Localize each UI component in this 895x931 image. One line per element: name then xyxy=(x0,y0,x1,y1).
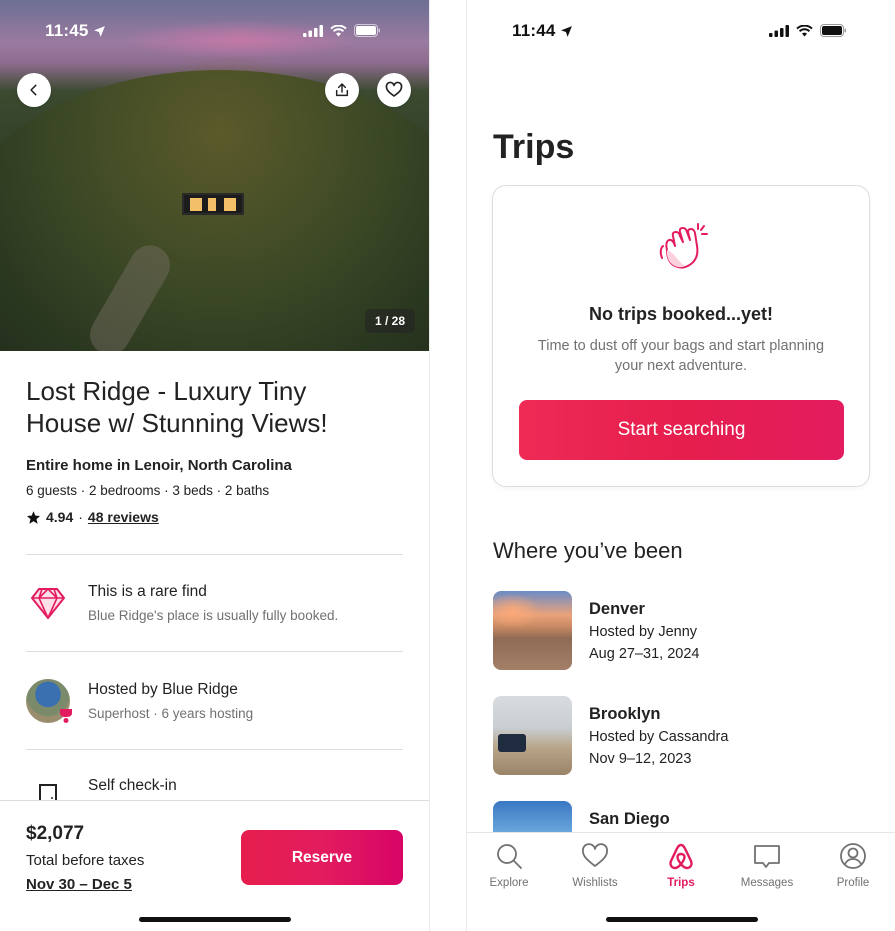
wifi-icon xyxy=(796,24,813,36)
airbnb-logo-icon xyxy=(669,843,693,870)
trip-dates: Nov 9–12, 2023 xyxy=(589,751,692,767)
waving-hand-icon xyxy=(659,223,708,269)
trip-city: Denver xyxy=(589,600,645,618)
no-trips-card: No trips booked...yet! Time to dust off … xyxy=(492,185,870,487)
feature-title: Self check-in xyxy=(88,777,177,794)
tab-explore[interactable]: Explore xyxy=(471,841,547,889)
trip-thumbnail xyxy=(493,591,572,670)
tab-wishlists[interactable]: Wishlists xyxy=(557,841,633,889)
tab-label: Explore xyxy=(489,877,529,889)
tab-label: Profile xyxy=(836,877,870,889)
cellular-signal-icon xyxy=(303,24,323,37)
home-indicator xyxy=(605,917,758,922)
host-avatar-wrap xyxy=(26,679,72,723)
booking-footer: $2,077 Total before taxes Nov 30 – Dec 5… xyxy=(0,800,429,931)
reserve-button[interactable]: Reserve xyxy=(241,830,403,885)
message-icon xyxy=(754,845,780,868)
save-to-wishlist-button[interactable] xyxy=(377,73,411,107)
tab-messages[interactable]: Messages xyxy=(729,841,805,889)
status-bar: 11:45 xyxy=(0,18,429,46)
listing-location: Entire home in Lenoir, North Carolina xyxy=(26,457,292,474)
tab-trips[interactable]: Trips xyxy=(643,841,719,889)
battery-icon xyxy=(820,24,846,37)
divider xyxy=(26,651,403,652)
trip-host: Hosted by Cassandra xyxy=(589,729,729,745)
diamond-icon xyxy=(26,581,70,625)
divider xyxy=(26,554,403,555)
tab-label: Trips xyxy=(667,877,695,889)
past-trip-item[interactable]: Denver Hosted by Jenny Aug 27–31, 2024 xyxy=(493,591,873,671)
price-label: Total before taxes xyxy=(26,852,145,869)
status-time: 11:44 xyxy=(512,21,573,41)
page-title: Trips xyxy=(493,128,575,166)
reviews-link[interactable]: 48 reviews xyxy=(88,509,159,525)
divider xyxy=(26,749,403,750)
profile-icon xyxy=(840,843,866,869)
feature-description: Blue Ridge's place is usually fully book… xyxy=(88,608,339,623)
feature-host[interactable]: Hosted by Blue Ridge Superhost · 6 years… xyxy=(26,679,403,729)
photo-house xyxy=(182,193,244,215)
empty-state-description: Time to dust off your bags and start pla… xyxy=(537,338,825,374)
back-button[interactable] xyxy=(17,73,51,107)
tab-profile[interactable]: Profile xyxy=(815,841,891,889)
tab-label: Wishlists xyxy=(572,877,618,889)
search-icon xyxy=(497,844,522,869)
dates-link[interactable]: Nov 30 – Dec 5 xyxy=(26,876,132,893)
past-trip-item[interactable]: Brooklyn Hosted by Cassandra Nov 9–12, 2… xyxy=(493,696,873,776)
start-searching-button[interactable]: Start searching xyxy=(519,400,844,460)
photo-counter: 1 / 28 xyxy=(364,309,415,333)
battery-icon xyxy=(354,24,380,37)
trip-dates: Aug 27–31, 2024 xyxy=(589,646,700,662)
share-icon xyxy=(335,83,349,97)
rating-separator: · xyxy=(78,509,83,525)
cellular-signal-icon xyxy=(769,24,789,37)
tab-label: Messages xyxy=(740,877,794,889)
status-bar: 11:44 xyxy=(467,18,895,46)
feature-rare-find: This is a rare find Blue Ridge's place i… xyxy=(26,581,403,631)
listing-capacity: 6 guests · 2 bedrooms · 3 beds · 2 baths xyxy=(26,483,270,498)
trips-screen: 11:44 Trips No trips booked...yet! Time … xyxy=(466,0,895,931)
host-name: Hosted by Blue Ridge xyxy=(88,681,238,698)
listing-detail-screen: 11:45 1 / 28 Lost Ridge - Luxury Tiny Ho… xyxy=(0,0,430,931)
trip-thumbnail xyxy=(493,696,572,775)
host-avatar[interactable] xyxy=(26,679,72,723)
listing-photo-gallery[interactable] xyxy=(0,0,429,351)
status-time: 11:45 xyxy=(45,21,106,41)
status-icons xyxy=(303,24,381,37)
where-youve-been-heading: Where you’ve been xyxy=(493,538,683,563)
trip-city: Brooklyn xyxy=(589,705,661,723)
bottom-tab-bar: Explore Wishlists Trips Messages Profile xyxy=(467,832,895,931)
location-arrow-icon xyxy=(93,25,105,37)
heart-icon xyxy=(582,843,608,867)
star-icon xyxy=(26,510,41,524)
status-icons xyxy=(769,24,847,37)
listing-rating: 4.94 · 48 reviews xyxy=(26,509,159,525)
share-button[interactable] xyxy=(325,73,359,107)
rating-value: 4.94 xyxy=(46,509,74,525)
location-arrow-icon xyxy=(560,25,572,37)
total-price: $2,077 xyxy=(26,823,85,844)
listing-title: Lost Ridge - Luxury Tiny House w/ Stunni… xyxy=(26,376,328,438)
feature-title: This is a rare find xyxy=(88,583,207,600)
host-details: Superhost · 6 years hosting xyxy=(88,706,254,721)
trip-city: San Diego xyxy=(589,810,670,828)
superhost-badge-icon xyxy=(60,709,72,723)
chevron-left-icon xyxy=(30,84,37,96)
empty-state-title: No trips booked...yet! xyxy=(588,304,774,324)
trip-host: Hosted by Jenny xyxy=(589,624,698,640)
home-indicator xyxy=(139,917,291,922)
wifi-icon xyxy=(330,24,347,36)
heart-icon xyxy=(385,81,403,97)
